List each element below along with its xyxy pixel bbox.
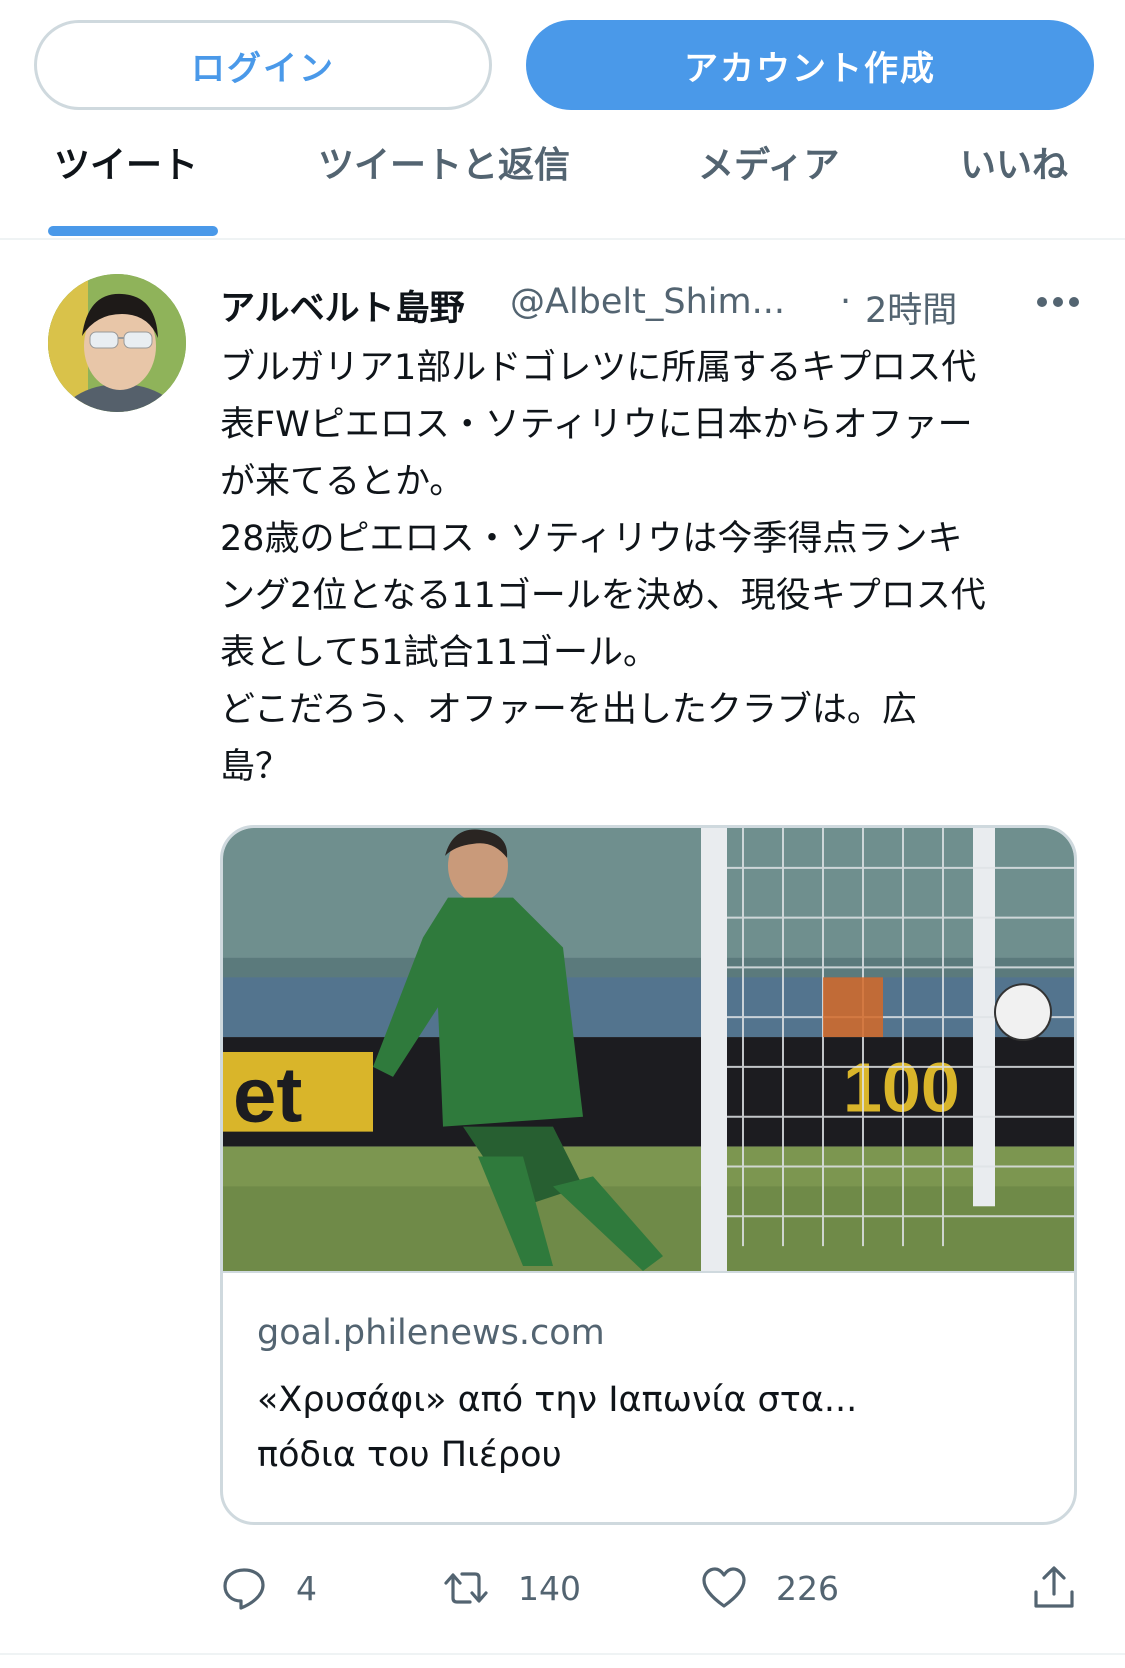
card-title: «Χρυσάφι» από την Ιαπωνία στα... πόδια τ… bbox=[257, 1373, 1037, 1483]
share-action[interactable] bbox=[1030, 1558, 1078, 1618]
like-count: 226 bbox=[776, 1568, 839, 1608]
tweet-text-line: 島？ bbox=[220, 747, 291, 787]
separator-dot: · bbox=[840, 282, 852, 322]
tweet-text-line: が来てるとか。 bbox=[220, 462, 465, 502]
tab-tweets-and-replies[interactable]: ツイートと返信 bbox=[318, 136, 570, 188]
tweet[interactable]: アルベルト島野 @Albelt_Shim... · 2時間 ブルガリア1部ルドゴ… bbox=[0, 240, 1125, 1655]
retweet-icon[interactable] bbox=[442, 1564, 490, 1612]
avatar-image bbox=[48, 274, 186, 412]
reply-icon[interactable] bbox=[220, 1564, 268, 1612]
tweet-text-line: 表として51試合11ゴール。 bbox=[220, 633, 659, 673]
profile-tabs: ツイート ツイートと返信 メディア いいね bbox=[0, 120, 1125, 240]
tweet-actions: 4 140 226 bbox=[220, 1558, 1080, 1618]
tweet-text-line: ング2位となる11ゴールを決め、現役キプロス代 bbox=[220, 576, 986, 616]
card-domain: goal.philenews.com bbox=[257, 1313, 605, 1353]
tab-media[interactable]: メディア bbox=[698, 136, 839, 188]
tweet-text-line: ブルガリア1部ルドゴレツに所属するキプロス代 bbox=[220, 348, 977, 388]
avatar[interactable] bbox=[48, 274, 186, 412]
tweet-text-line: 表FWピエロス・ソティリウに日本からオファー bbox=[220, 405, 973, 445]
tweet-text-line: どこだろう、オファーを出したクラブは。広 bbox=[220, 690, 917, 730]
user-handle[interactable]: @Albelt_Shim... bbox=[510, 282, 785, 322]
card-title-line: «Χρυσάφι» από την Ιαπωνία στα... bbox=[257, 1380, 858, 1420]
svg-text:et: et bbox=[233, 1053, 302, 1139]
tweet-text: ブルガリア1部ルドゴレツに所属するキプロス代 表FWピエロス・ソティリウに日本か… bbox=[220, 340, 1080, 796]
tweet-header: アルベルト島野 @Albelt_Shim... · 2時間 bbox=[220, 280, 1080, 333]
reply-count: 4 bbox=[296, 1568, 317, 1608]
display-name[interactable]: アルベルト島野 bbox=[220, 280, 465, 331]
link-card[interactable]: et 100 goal.philenews.com «Χρυσάφι» από … bbox=[220, 825, 1077, 1525]
share-icon[interactable] bbox=[1030, 1564, 1078, 1612]
reply-action[interactable]: 4 bbox=[220, 1558, 317, 1618]
heart-icon[interactable] bbox=[700, 1564, 748, 1612]
active-tab-indicator bbox=[48, 226, 218, 236]
tab-tweets[interactable]: ツイート bbox=[54, 136, 198, 188]
tab-likes[interactable]: いいね bbox=[960, 136, 1068, 188]
card-title-line: πόδια του Πιέρου bbox=[257, 1435, 562, 1475]
retweet-action[interactable]: 140 bbox=[442, 1558, 581, 1618]
retweet-count: 140 bbox=[518, 1568, 581, 1608]
card-image: et 100 bbox=[223, 828, 1074, 1273]
tweet-text-line: 28歳のピエロス・ソティリウは今季得点ランキ bbox=[220, 519, 963, 559]
like-action[interactable]: 226 bbox=[700, 1558, 839, 1618]
auth-buttons: ログイン アカウント作成 bbox=[34, 20, 1094, 112]
more-icon[interactable] bbox=[1036, 290, 1080, 314]
login-button[interactable]: ログイン bbox=[34, 20, 492, 110]
signup-button[interactable]: アカウント作成 bbox=[526, 20, 1094, 110]
tweet-timestamp[interactable]: 2時間 bbox=[865, 282, 957, 333]
